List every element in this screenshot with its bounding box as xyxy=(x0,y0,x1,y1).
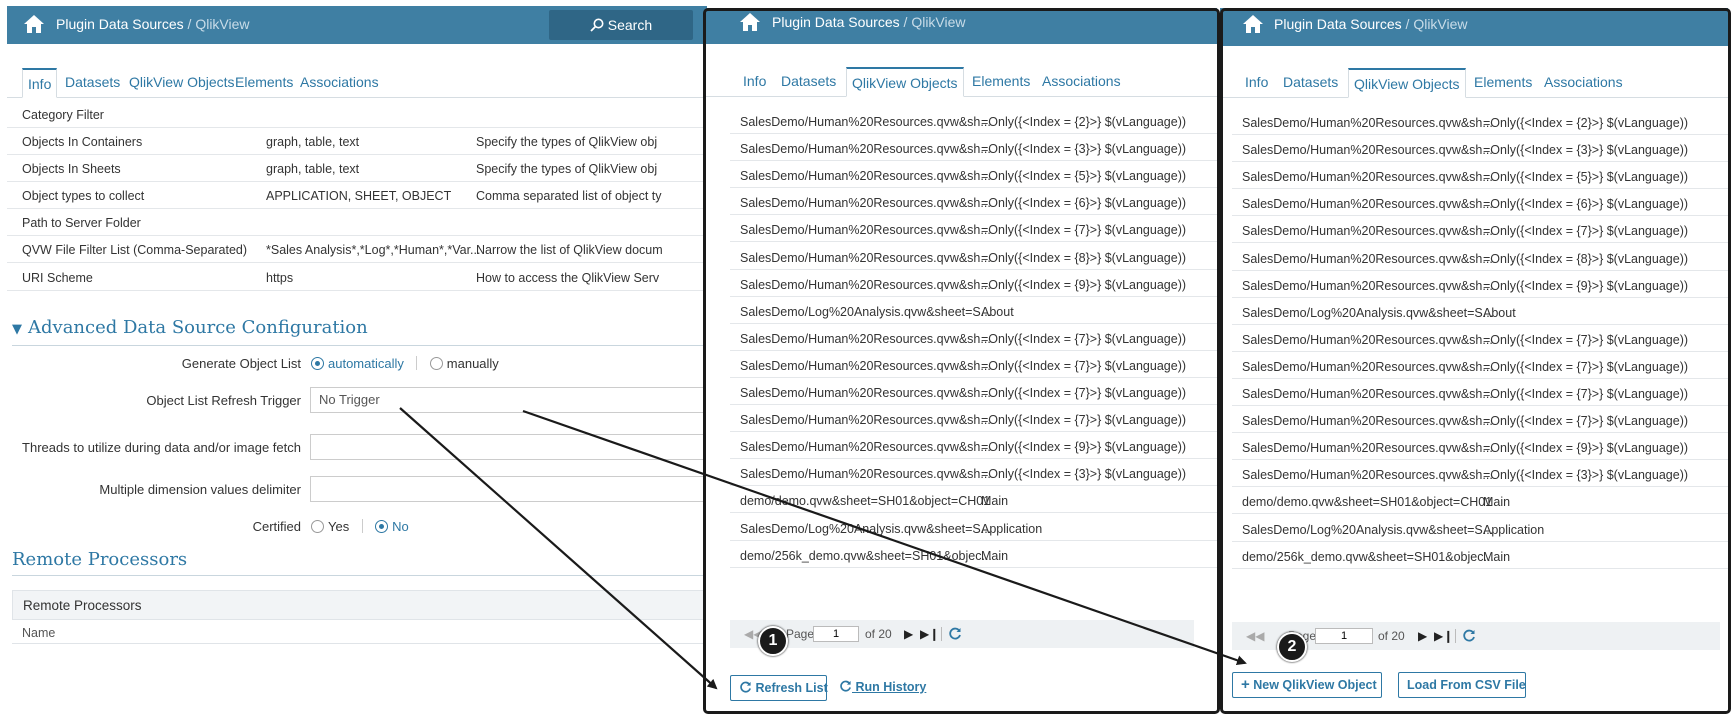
arrow-to-new-object xyxy=(522,409,1247,666)
callout-2: 2 xyxy=(1277,632,1307,662)
callout-1: 1 xyxy=(758,626,788,656)
annotation-arrows xyxy=(399,407,1247,690)
arrow-to-refresh-list xyxy=(399,407,718,690)
